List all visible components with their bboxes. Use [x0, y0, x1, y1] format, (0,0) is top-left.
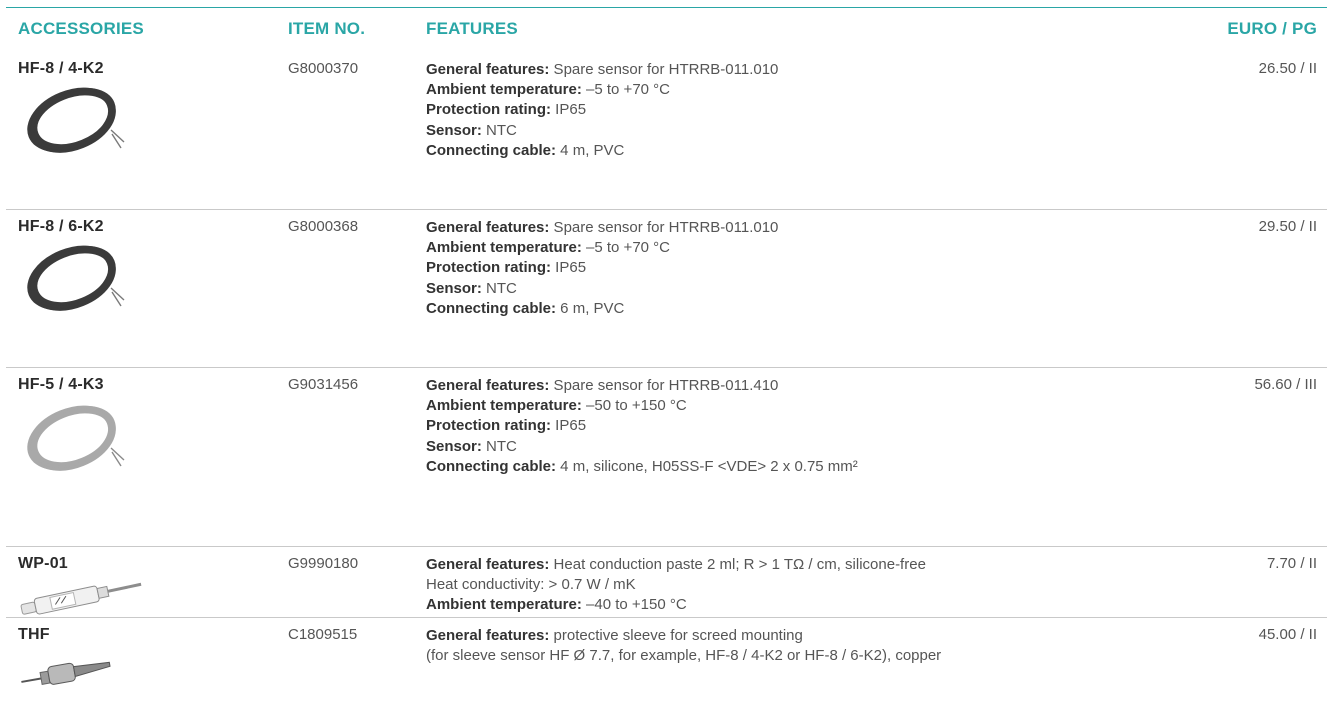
- feature-label: General features:: [426, 377, 550, 394]
- feature-value: NTC: [481, 437, 517, 455]
- product-name: WP-01: [18, 555, 68, 572]
- feature-list: General features: Spare sensor for HTRRB…: [426, 60, 1186, 161]
- feature-label: Connecting cable:: [426, 457, 557, 475]
- feature-line: Connecting cable: 4 m, PVC: [426, 141, 1186, 161]
- price-group: 29.50 / II: [1258, 218, 1317, 235]
- header-features: FEATURES: [426, 19, 518, 38]
- feature-value: Spare sensor for HTRRB-011.410: [549, 377, 779, 394]
- feature-value: 6 m, PVC: [556, 299, 625, 317]
- table-header: ACCESSORIES ITEM NO. FEATURES EURO / PG: [0, 8, 1333, 52]
- feature-line: Ambient temperature: –5 to +70 °C: [426, 80, 1186, 100]
- feature-line: General features: Spare sensor for HTRRB…: [426, 376, 1186, 396]
- feature-value: IP65: [551, 259, 587, 277]
- feature-line: General features: Spare sensor for HTRRB…: [426, 218, 1186, 238]
- feature-value: IP65: [551, 417, 587, 435]
- feature-list: General features: protective sleeve for …: [426, 626, 1186, 666]
- header-item-no: ITEM NO.: [288, 19, 366, 38]
- feature-value: 4 m, silicone, H05SS-F <VDE> 2 x 0.75 mm…: [556, 457, 858, 475]
- feature-value: –50 to +150 °C: [581, 397, 687, 415]
- header-price: EURO / PG: [1227, 19, 1317, 38]
- feature-line: General features: protective sleeve for …: [426, 626, 1186, 646]
- feature-value: Heat conduction paste 2 ml; R > 1 TΩ / c…: [549, 556, 926, 573]
- feature-label: General features:: [426, 61, 550, 78]
- feature-value: Spare sensor for HTRRB-011.010: [549, 219, 779, 236]
- feature-line: Sensor: NTC: [426, 279, 1186, 299]
- feature-line: Protection rating: IP65: [426, 100, 1186, 120]
- feature-list: General features: Spare sensor for HTRRB…: [426, 376, 1186, 477]
- syringe-image: [16, 575, 146, 620]
- table-row: HF-8 / 6-K2 G8000368 General features: Spa…: [0, 210, 1333, 368]
- product-name: HF-5 / 4-K3: [18, 376, 104, 393]
- feature-label: Ambient temperature:: [426, 397, 582, 415]
- coiled-cable-image: [16, 400, 131, 485]
- feature-line: Heat conductivity: > 0.7 W / mK: [426, 575, 1186, 595]
- feature-label: General features:: [426, 556, 550, 573]
- price-group: 45.00 / II: [1258, 626, 1317, 643]
- feature-label: General features:: [426, 219, 550, 236]
- feature-line: Connecting cable: 6 m, PVC: [426, 299, 1186, 319]
- feature-line: Protection rating: IP65: [426, 258, 1186, 278]
- feature-line: Ambient temperature: –5 to +70 °C: [426, 238, 1186, 258]
- feature-value: protective sleeve for screed mounting: [549, 627, 803, 644]
- feature-label: Protection rating:: [426, 417, 552, 435]
- feature-line: Sensor: NTC: [426, 437, 1186, 457]
- feature-label: Ambient temperature:: [426, 596, 582, 614]
- item-number: G8000370: [288, 60, 359, 77]
- table-row: WP-01 G9990180 General features: Heat con…: [0, 547, 1333, 618]
- item-number: C1809515: [288, 626, 358, 643]
- feature-label: Sensor:: [426, 279, 482, 297]
- price-group: 56.60 / III: [1254, 376, 1317, 393]
- feature-label: Sensor:: [426, 437, 482, 455]
- product-name: THF: [18, 626, 50, 643]
- feature-value: IP65: [551, 101, 587, 119]
- feature-line: Ambient temperature: –50 to +150 °C: [426, 396, 1186, 416]
- feature-label: Connecting cable:: [426, 141, 557, 159]
- table-row: THF C1809515 General features: protective…: [0, 618, 1333, 710]
- feature-value: Heat conductivity: > 0.7 W / mK: [426, 576, 636, 594]
- item-number: G9990180: [288, 555, 359, 572]
- catalog-page: ACCESSORIES ITEM NO. FEATURES EURO / PG …: [0, 0, 1333, 711]
- feature-value: (for sleeve sensor HF Ø 7.7, for example…: [426, 647, 942, 665]
- coiled-cable-image: [16, 82, 131, 167]
- product-name: HF-8 / 4-K2: [18, 60, 104, 77]
- feature-line: (for sleeve sensor HF Ø 7.7, for example…: [426, 646, 1186, 666]
- feature-value: –5 to +70 °C: [581, 81, 670, 99]
- header-accessories: ACCESSORIES: [18, 19, 144, 38]
- table-row: HF-5 / 4-K3 G9031456 General features: Spa…: [0, 368, 1333, 547]
- sleeve-image: [16, 650, 116, 695]
- feature-line: General features: Heat conduction paste …: [426, 555, 1186, 575]
- feature-label: Ambient temperature:: [426, 81, 582, 99]
- price-group: 7.70 / II: [1266, 555, 1317, 572]
- feature-line: Connecting cable: 4 m, silicone, H05SS-F…: [426, 457, 1186, 477]
- feature-value: NTC: [481, 279, 517, 297]
- item-number: G9031456: [288, 376, 359, 393]
- feature-value: NTC: [481, 121, 517, 139]
- feature-label: Ambient temperature:: [426, 239, 582, 257]
- feature-line: Ambient temperature: –40 to +150 °C: [426, 595, 1186, 615]
- feature-value: 4 m, PVC: [556, 141, 625, 159]
- feature-label: General features:: [426, 627, 550, 644]
- product-name: HF-8 / 6-K2: [18, 218, 104, 235]
- item-number: G8000368: [288, 218, 359, 235]
- feature-line: Sensor: NTC: [426, 121, 1186, 141]
- feature-value: Spare sensor for HTRRB-011.010: [549, 61, 779, 78]
- feature-label: Connecting cable:: [426, 299, 557, 317]
- feature-value: –5 to +70 °C: [581, 239, 670, 257]
- coiled-cable-image: [16, 240, 131, 325]
- feature-label: Sensor:: [426, 121, 482, 139]
- feature-label: Protection rating:: [426, 259, 552, 277]
- feature-line: General features: Spare sensor for HTRRB…: [426, 60, 1186, 80]
- feature-list: General features: Spare sensor for HTRRB…: [426, 218, 1186, 319]
- feature-line: Protection rating: IP65: [426, 416, 1186, 436]
- feature-list: General features: Heat conduction paste …: [426, 555, 1186, 616]
- feature-value: –40 to +150 °C: [581, 596, 687, 614]
- feature-label: Protection rating:: [426, 101, 552, 119]
- price-group: 26.50 / II: [1258, 60, 1317, 77]
- table-row: HF-8 / 4-K2 G8000370 General features: Spa…: [0, 52, 1333, 210]
